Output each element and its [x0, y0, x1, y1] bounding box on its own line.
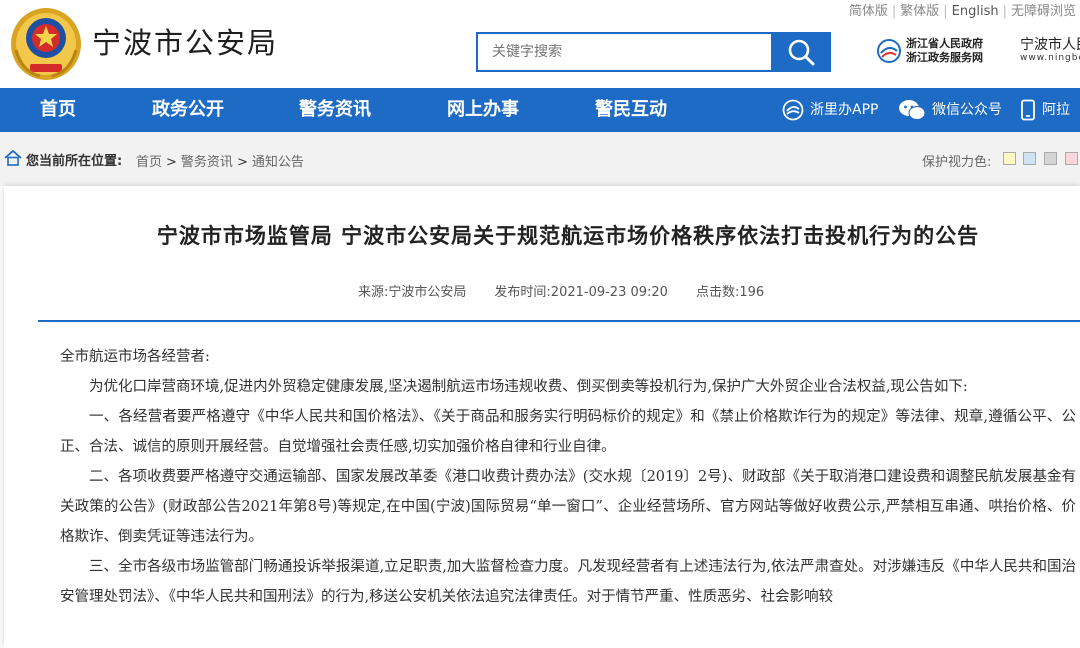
- main-nav: 首页 政务公开 警务资讯 网上办事 警民互动 浙里办APP 微信公众号 阿拉: [0, 88, 1080, 132]
- eye-color-gray[interactable]: [1044, 152, 1057, 165]
- zhejiang-gov-line2: 浙江政务服务网: [906, 51, 983, 64]
- site-header: 宁波市公安局 简体版|繁体版|English|无障碍浏览 浙江省人民政府 浙江政…: [0, 0, 1080, 88]
- home-icon: [4, 150, 22, 166]
- nav-wechat-label: 微信公众号: [932, 102, 1002, 118]
- mobile-phone-icon: [1021, 99, 1035, 121]
- site-title[interactable]: 宁波市公安局: [92, 20, 278, 62]
- source-value: 宁波市公安局: [388, 285, 467, 300]
- zhejiang-gov-logo-icon: [877, 39, 901, 63]
- article-paragraph: 为优化口岸营商环境,促进内外贸稳定健康发展,坚决遏制航运市场违规收费、倒买倒卖等…: [89, 379, 968, 395]
- hits-value: 196: [739, 285, 765, 300]
- search-button[interactable]: [771, 32, 831, 72]
- breadcrumb-home[interactable]: 首页: [136, 155, 162, 170]
- search-icon: [788, 39, 815, 65]
- article-meta: 来源:宁波市公安局 发布时间:2021-09-23 09:20 点击数:196: [358, 281, 764, 300]
- nav-online-services[interactable]: 网上办事: [447, 88, 519, 132]
- article-paragraph: 三、全市各级市场监管部门畅通投诉举报渠道,立足职责,加大监督检查力度。凡发现经营…: [60, 559, 1076, 605]
- eye-color-blue[interactable]: [1023, 152, 1036, 165]
- nav-wechat[interactable]: 微信公众号: [898, 88, 1002, 132]
- link-traditional[interactable]: 繁体版: [896, 4, 943, 19]
- eye-color-yellow[interactable]: [1003, 152, 1016, 165]
- search-input[interactable]: [476, 32, 786, 72]
- nav-gov-affairs[interactable]: 政务公开: [152, 88, 224, 132]
- article-paragraph: 一、各经营者要严格遵守《中华人民共和国价格法》、《关于商品和服务实行明码标价的规…: [60, 409, 1076, 455]
- nav-ala[interactable]: 阿拉: [1020, 88, 1070, 132]
- hits-label: 点击数:: [695, 285, 740, 300]
- nav-ala-label: 阿拉: [1042, 102, 1070, 118]
- nav-police-news[interactable]: 警务资讯: [299, 88, 371, 132]
- article-title: 宁波市市场监管局 宁波市公安局关于规范航运市场价格秩序依法打击投机行为的公告: [156, 223, 980, 248]
- police-emblem-icon[interactable]: [8, 2, 84, 82]
- utility-links: 简体版 | 繁体版 | English | 无障碍浏览: [845, 0, 1080, 19]
- link-english[interactable]: English: [948, 4, 1003, 19]
- article-body: 全市航运市场各经营者: 为优化口岸营商环境,促进内外贸稳定健康发展,坚决遏制航运…: [60, 342, 1076, 612]
- publish-time-label: 发布时间:: [494, 285, 551, 300]
- link-simplified[interactable]: 简体版: [845, 4, 892, 19]
- breadcrumb-police-news[interactable]: 警务资讯: [181, 155, 233, 170]
- link-accessibility[interactable]: 无障碍浏览: [1007, 4, 1080, 19]
- article-panel: 宁波市市场监管局 宁波市公安局关于规范航运市场价格秩序依法打击投机行为的公告 来…: [4, 186, 1080, 648]
- nav-interaction[interactable]: 警民互动: [595, 88, 667, 132]
- source-label: 来源:: [358, 285, 389, 300]
- publish-time-value: 2021-09-23 09:20: [550, 285, 668, 300]
- breadcrumb-notices[interactable]: 通知公告: [252, 155, 304, 170]
- nav-zheliban-label: 浙里办APP: [810, 102, 879, 118]
- eye-protection-label: 保护视力色:: [922, 155, 992, 170]
- wechat-icon: [899, 100, 926, 120]
- nav-zheliban-app[interactable]: 浙里办APP: [782, 88, 878, 132]
- breadcrumb-path: 首页 > 警务资讯 > 通知公告: [136, 155, 304, 170]
- article-paragraph: 全市航运市场各经营者:: [60, 349, 210, 365]
- nav-home[interactable]: 首页: [40, 88, 76, 132]
- zhejiang-gov-link[interactable]: 浙江省人民政府 浙江政务服务网: [876, 34, 988, 68]
- ningbo-gov-url: www.ningbo: [1020, 53, 1080, 63]
- ningbo-gov-link[interactable]: 宁波市人民: [1020, 34, 1080, 54]
- zheliban-app-icon: [782, 99, 804, 121]
- eye-color-pink[interactable]: [1065, 152, 1078, 165]
- search-bar: [476, 32, 832, 72]
- breadcrumb-label: 您当前所在位置:: [26, 154, 123, 169]
- title-divider: [38, 320, 1080, 322]
- article-paragraph: 二、各项收费要严格遵守交通运输部、国家发展改革委《港口收费计费办法》(交水规〔2…: [60, 469, 1076, 545]
- breadcrumb: 您当前所在位置: 首页 > 警务资讯 > 通知公告 保护视力色:: [0, 132, 1080, 186]
